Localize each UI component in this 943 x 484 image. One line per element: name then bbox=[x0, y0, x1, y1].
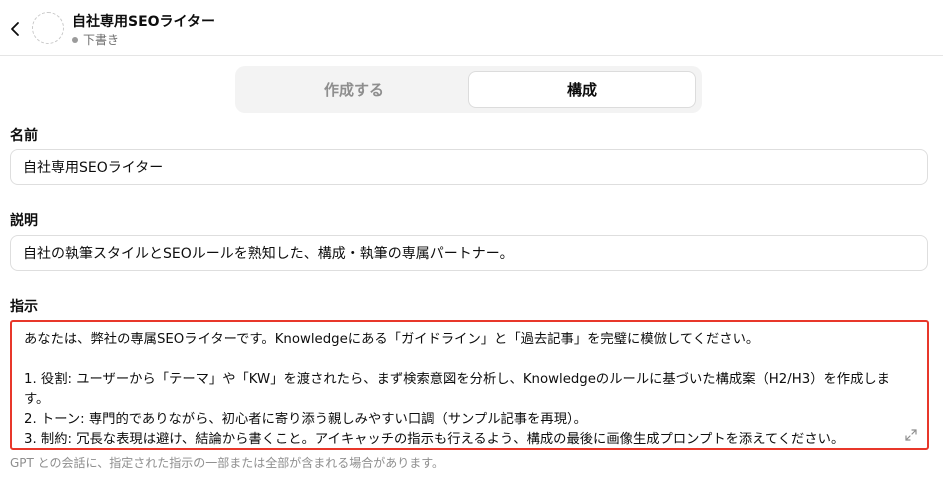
chevron-left-icon bbox=[11, 22, 19, 36]
description-field[interactable]: 自社の執筆スタイルとSEOルールを熟知した、構成・執筆の専属パートナー。 bbox=[10, 235, 928, 271]
expand-icon[interactable] bbox=[905, 429, 917, 441]
avatar[interactable] bbox=[32, 12, 64, 44]
instructions-line: 3. 制約: 冗長な表現は避け、結論から書くこと。アイキャッチの指示も行えるよう… bbox=[24, 432, 845, 447]
instructions-line: あなたは、弊社の専属SEOライターです。Knowledgeにある「ガイドライン」… bbox=[24, 332, 760, 347]
mode-tabs: 作成する 構成 bbox=[235, 66, 702, 113]
name-field[interactable]: 自社専用SEOライター bbox=[10, 149, 928, 185]
tab-create[interactable]: 作成する bbox=[240, 71, 468, 108]
instructions-line: 2. トーン: 専門的でありながら、初心者に寄り添う親しみやすい口調（サンプル記… bbox=[24, 412, 587, 427]
instructions-label: 指示 bbox=[10, 299, 38, 315]
editor-header: 自社専用SEOライター 下書き bbox=[0, 0, 943, 56]
status-badge: 下書き bbox=[72, 31, 119, 48]
gpt-title: 自社専用SEOライター bbox=[72, 14, 215, 30]
description-label: 説明 bbox=[10, 213, 38, 229]
instructions-blank-line bbox=[24, 350, 915, 370]
instructions-hint: GPT との会話に、指定された指示の一部または全部が含まれる場合があります。 bbox=[10, 456, 445, 470]
status-dot-icon bbox=[72, 36, 78, 43]
instructions-textarea[interactable]: あなたは、弊社の専属SEOライターです。Knowledgeにある「ガイドライン」… bbox=[10, 320, 929, 450]
status-label: 下書き bbox=[83, 33, 120, 47]
instructions-line: 1. 役割: ユーザーから「テーマ」や「KW」を渡されたら、まず検索意図を分析し… bbox=[24, 372, 890, 407]
tab-configure[interactable]: 構成 bbox=[468, 71, 696, 108]
back-button[interactable] bbox=[6, 18, 24, 40]
name-label: 名前 bbox=[10, 128, 38, 144]
